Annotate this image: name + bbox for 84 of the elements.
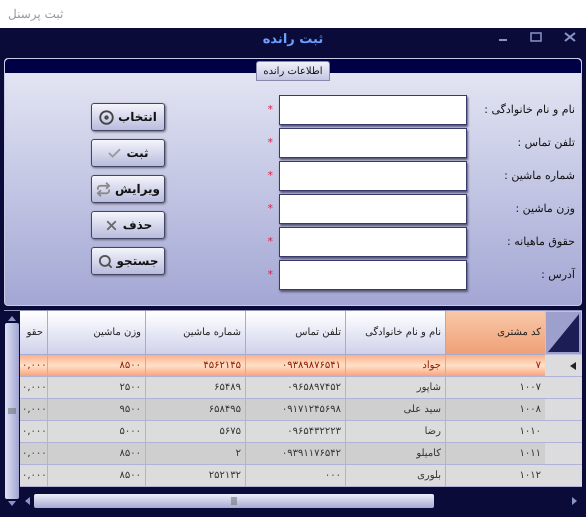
current-row-icon bbox=[570, 362, 576, 370]
table-cell: ۰۹۶۵۸۹۷۴۵۲ bbox=[245, 377, 345, 399]
column-header[interactable]: کد مشتری bbox=[445, 311, 545, 355]
table-cell: ۱۰۱۲ bbox=[445, 465, 545, 487]
row-header[interactable] bbox=[545, 355, 582, 377]
field-label: شماره ماشین : bbox=[503, 168, 576, 184]
action-button[interactable]: ثبت bbox=[91, 139, 165, 167]
column-header[interactable]: وزن ماشین bbox=[47, 311, 145, 355]
field-label: وزن ماشین : bbox=[514, 200, 576, 217]
action-button[interactable]: ویرایش bbox=[91, 175, 165, 203]
window-title: ثبت رانده bbox=[262, 31, 324, 50]
table-cell: ۰,۰۰۰ bbox=[20, 377, 47, 399]
table-cell: ۲۵۰۰ bbox=[47, 377, 145, 399]
table-cell: ۰۰۰ bbox=[245, 465, 345, 487]
table-cell: ۱۰۰۸ bbox=[445, 399, 545, 421]
column-header[interactable]: حقو bbox=[20, 311, 47, 355]
table-cell: ۶۵۴۸۹ bbox=[145, 377, 245, 399]
table-cell: شاپور bbox=[345, 377, 445, 399]
scroll-up-icon[interactable] bbox=[7, 315, 17, 321]
field-label: تلفن تماس : bbox=[516, 134, 576, 151]
table-cell: ۷ bbox=[445, 355, 545, 377]
action-button[interactable]: جستجو bbox=[91, 247, 165, 275]
table-cell: ۱۰۱۱ bbox=[445, 443, 545, 465]
scrollbar-thumb[interactable] bbox=[5, 323, 19, 499]
column-header[interactable]: نام و نام خانوادگی bbox=[345, 311, 445, 355]
text-field[interactable] bbox=[279, 227, 467, 257]
scroll-down-icon[interactable] bbox=[7, 501, 17, 507]
required-mark: * bbox=[268, 234, 273, 250]
required-mark: * bbox=[268, 168, 273, 184]
grip-icon bbox=[8, 408, 16, 414]
table-cell: ۵۶۷۵ bbox=[145, 421, 245, 443]
table-cell: ۰,۰۰۰ bbox=[20, 465, 47, 487]
table-cell: ۲ bbox=[145, 443, 245, 465]
table-cell: ۸۵۰۰ bbox=[47, 355, 145, 377]
app-title: ثبت پرسنل bbox=[8, 6, 64, 23]
table-cell: ۸۵۰۰ bbox=[47, 465, 145, 487]
table-cell: بلوری bbox=[345, 465, 445, 487]
maximize-icon[interactable] bbox=[530, 32, 542, 42]
table-cell: ۴۵۶۲۱۴۵ bbox=[145, 355, 245, 377]
close-icon[interactable] bbox=[564, 32, 576, 42]
select-icon bbox=[99, 110, 114, 124]
column-header[interactable]: تلفن تماس bbox=[245, 311, 345, 355]
action-button[interactable]: حذف bbox=[91, 211, 165, 239]
text-field[interactable] bbox=[279, 95, 467, 125]
text-field[interactable] bbox=[279, 161, 467, 191]
table-cell: ۰,۰۰۰ bbox=[20, 399, 47, 421]
required-mark: * bbox=[268, 134, 273, 151]
table-cell: ۱۰۰۷ bbox=[445, 377, 545, 399]
table-cell: ۰۹۳۸۹۸۷۶۵۴۱ bbox=[245, 355, 345, 377]
table-cell: ۹۵۰۰ bbox=[47, 399, 145, 421]
edit-icon bbox=[96, 182, 111, 196]
action-button[interactable]: انتخاب bbox=[91, 103, 165, 131]
table-cell: سید علی bbox=[345, 399, 445, 421]
table-cell: ۰۹۶۵۴۳۲۲۲۳ bbox=[245, 421, 345, 443]
required-mark: * bbox=[268, 102, 273, 118]
column-header[interactable]: شماره ماشین bbox=[145, 311, 245, 355]
table-cell: ۰۹۱۷۱۲۴۵۶۹۸ bbox=[245, 399, 345, 421]
search-icon bbox=[98, 254, 113, 268]
table-cell: ۰,۰۰۰ bbox=[20, 443, 47, 465]
table-cell: ۰,۰۰۰ bbox=[20, 421, 47, 443]
table-cell: ۱۰۱۰ bbox=[445, 421, 545, 443]
field-label: آدرس : bbox=[540, 266, 576, 283]
scrollbar-thumb[interactable] bbox=[34, 494, 434, 508]
table-cell: کامیلو bbox=[345, 443, 445, 465]
corner-triangle-icon[interactable] bbox=[546, 312, 581, 354]
scroll-right-icon[interactable] bbox=[572, 496, 578, 506]
text-field[interactable] bbox=[279, 128, 467, 158]
table-cell: ۸۵۰۰ bbox=[47, 443, 145, 465]
text-field[interactable] bbox=[279, 260, 467, 290]
text-field[interactable] bbox=[279, 194, 467, 224]
table-cell: ۰,۰۰۰ bbox=[20, 355, 47, 377]
scroll-left-icon[interactable] bbox=[24, 496, 30, 506]
table-cell: ۰۹۳۹۱۱۷۶۵۴۲ bbox=[245, 443, 345, 465]
table-cell: ۵۰۰۰ bbox=[47, 421, 145, 443]
field-label: حقوق ماهیانه : bbox=[506, 234, 576, 250]
required-mark: * bbox=[268, 266, 273, 283]
group-title-tab[interactable]: اطلاعات رانده bbox=[256, 61, 330, 81]
grip-icon bbox=[231, 497, 237, 505]
table-cell: ۶۵۸۴۹۵ bbox=[145, 399, 245, 421]
field-label: نام و نام خانوادگی : bbox=[483, 102, 576, 118]
table-cell: ۲۵۲۱۳۲ bbox=[145, 465, 245, 487]
required-mark: * bbox=[268, 200, 273, 217]
table-cell: رضا bbox=[345, 421, 445, 443]
table-cell: جواد bbox=[345, 355, 445, 377]
